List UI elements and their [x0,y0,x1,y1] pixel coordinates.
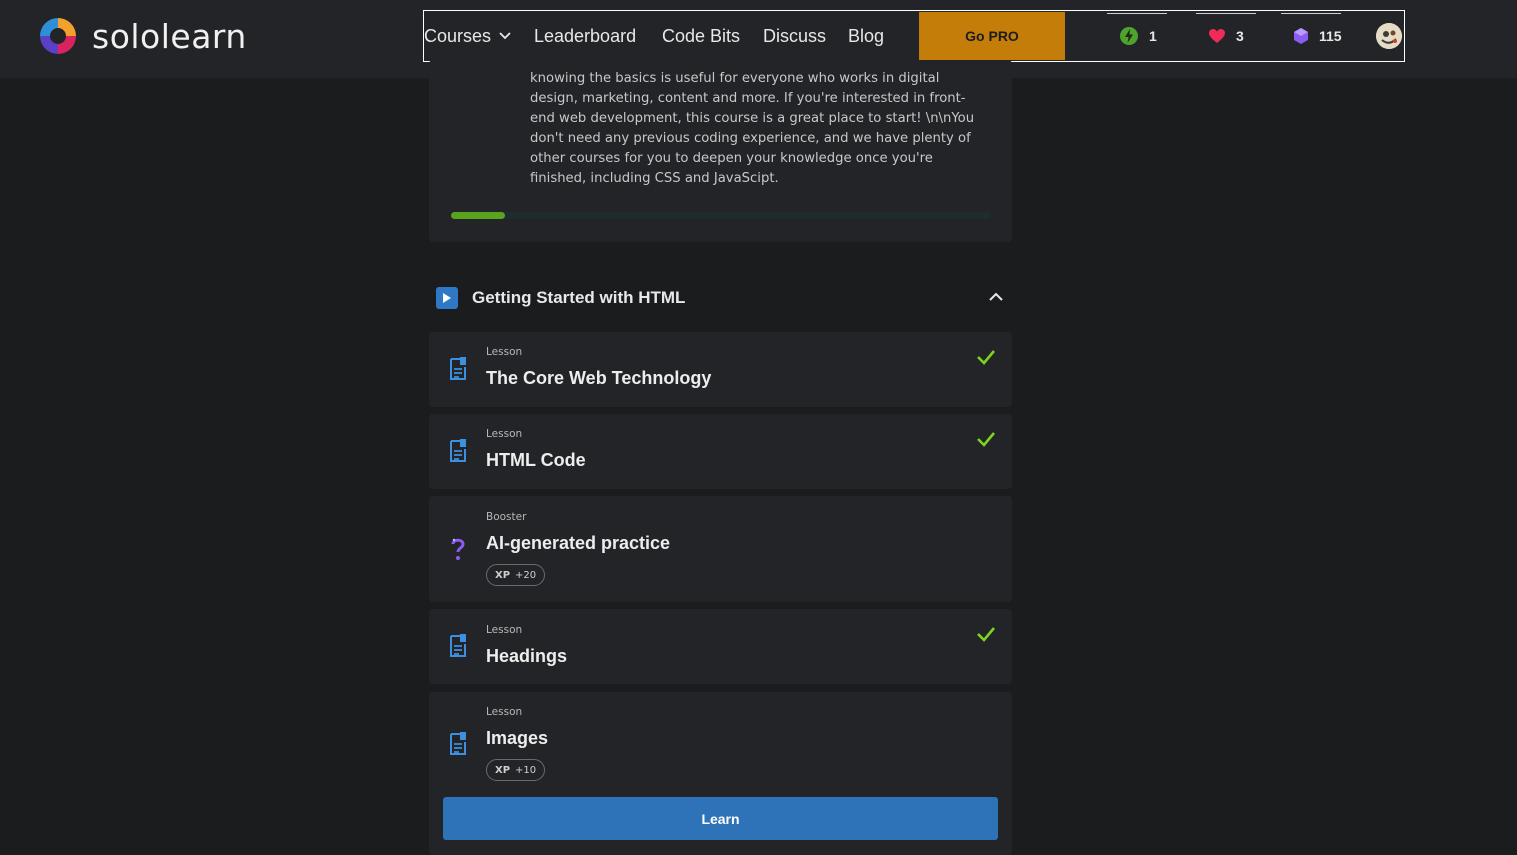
course-progress-bar [451,212,991,219]
gems-count: 115 [1319,28,1342,44]
document-icon [450,732,466,755]
lesson-item[interactable]: Lesson HTML Code [429,414,1012,489]
sololearn-logo-icon [40,18,76,54]
module-title: Getting Started with HTML [472,288,686,307]
gem-icon [1294,28,1308,44]
item-title: HTML Code [486,450,586,470]
go-pro-button[interactable]: Go PRO [919,12,1065,60]
hearts-counter[interactable]: 3 [1196,11,1256,61]
item-kind: Lesson [486,346,523,358]
heart-icon [1209,29,1225,43]
chevron-up-icon[interactable] [988,290,1004,304]
check-icon [977,350,995,365]
streak-counter[interactable]: 1 [1107,11,1167,61]
item-title: The Core Web Technology [486,368,712,388]
item-kind: Lesson [486,706,523,718]
streak-count: 1 [1149,28,1157,44]
xp-badge: XP +10 [486,759,546,781]
nav-courses[interactable]: Courses [424,11,511,61]
xp-label: XP [495,569,511,581]
document-icon [450,357,466,380]
nav-discuss[interactable]: Discuss [763,11,826,61]
xp-value: +20 [515,569,537,581]
item-title: Headings [486,646,568,666]
xp-value: +10 [515,764,537,776]
course-description: knowing the basics is useful for everyon… [530,71,975,186]
lesson-item[interactable]: Lesson The Core Web Technology [429,332,1012,407]
nav-courses-label: Courses [424,25,492,46]
module-header[interactable]: Getting Started with HTML [436,284,1006,312]
hearts-count: 3 [1236,28,1244,44]
brand-name: sololearn [92,16,247,56]
item-title: Images [486,728,549,748]
lesson-item[interactable]: Lesson Headings [429,609,1012,684]
nav-code-bits[interactable]: Code Bits [662,11,740,61]
main-nav: Courses Leaderboard Code Bits Discuss Bl… [423,10,1405,62]
lightning-icon [1120,27,1138,45]
item-kind: Booster [486,511,527,523]
chevron-down-icon [499,32,511,40]
gems-counter[interactable]: 115 [1281,11,1342,61]
booster-item[interactable]: Booster AI-generated practice XP +20 [429,496,1012,602]
play-icon [436,287,458,309]
sololearn-logo[interactable]: sololearn [36,14,247,58]
xp-label: XP [495,764,511,776]
user-avatar[interactable] [1376,23,1402,49]
course-progress-fill [451,212,505,219]
item-title: AI-generated practice [486,533,671,553]
document-icon [450,439,466,462]
learn-button[interactable]: Learn [443,797,998,840]
document-icon [450,634,466,657]
course-overview-card: knowing the basics is useful for everyon… [429,60,1012,242]
check-icon [977,627,995,642]
item-kind: Lesson [486,624,523,636]
avatar-image [1376,23,1402,49]
question-icon [451,538,465,560]
nav-blog[interactable]: Blog [848,11,884,61]
item-kind: Lesson [486,428,523,440]
xp-badge: XP +20 [486,564,546,586]
check-icon [977,432,995,447]
nav-leaderboard[interactable]: Leaderboard [534,11,636,61]
